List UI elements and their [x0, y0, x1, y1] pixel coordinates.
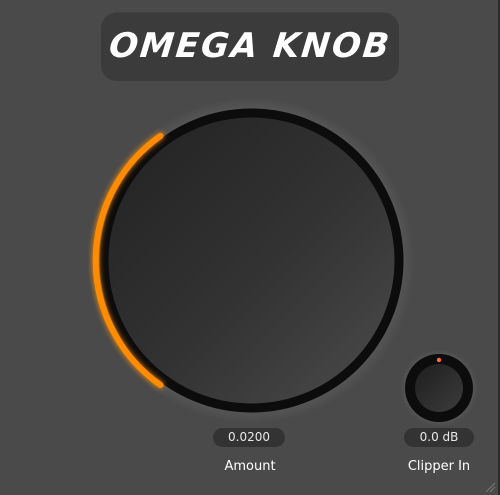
clipper-indicator-dot [436, 357, 442, 363]
plugin-window: OMEGA KNOB 0.0200 0.0 dB Amount Clipper … [0, 0, 500, 495]
clipper-in-knob[interactable] [399, 348, 479, 428]
title-panel: OMEGA KNOB [101, 12, 399, 81]
plugin-title: OMEGA KNOB [107, 26, 393, 66]
amount-label: Amount [224, 459, 276, 474]
knob-face [108, 117, 395, 404]
amount-knob[interactable] [88, 97, 415, 424]
clipper-in-label: Clipper In [407, 459, 471, 474]
amount-value-display[interactable]: 0.0200 [213, 428, 285, 447]
clipper-knob-face [415, 364, 463, 412]
resize-grip-icon[interactable] [484, 481, 496, 493]
clipper-in-value-display[interactable]: 0.0 dB [404, 428, 474, 447]
